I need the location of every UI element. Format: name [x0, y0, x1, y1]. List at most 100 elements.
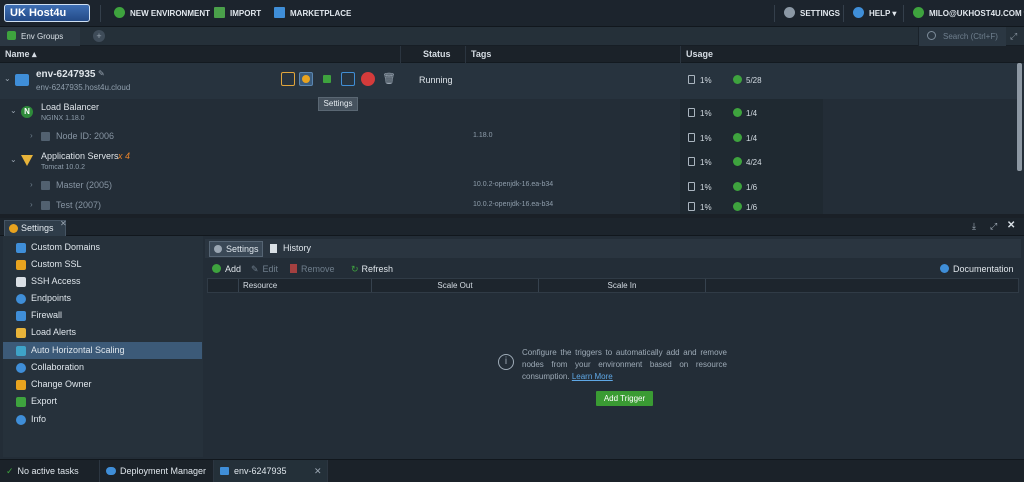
marketplace-button[interactable]: MARKETPLACE	[274, 0, 351, 27]
user-menu[interactable]: MILO@UKHOST4U.COM ▾	[913, 0, 1024, 27]
column-tags[interactable]: Tags	[465, 46, 680, 63]
node-row[interactable]: › Node ID: 2006 1.18.0 1% 1/4	[0, 127, 1020, 147]
marketplace-icon	[274, 7, 285, 18]
chevron-right-icon[interactable]: ›	[30, 131, 33, 140]
shield-icon	[16, 311, 26, 321]
help-button[interactable]: HELP ▾	[853, 0, 896, 27]
grid-column-scale-out[interactable]: Scale Out	[371, 279, 538, 292]
node-row[interactable]: › Master (2005) 10.0.2-openjdk-16.ea-b34…	[0, 176, 1020, 196]
node-tag: 10.0.2-openjdk-16.ea-b34	[473, 181, 554, 188]
nav-auto-horizontal-scaling[interactable]: Auto Horizontal Scaling	[3, 342, 202, 359]
scaling-icon	[16, 346, 26, 356]
clone-icon[interactable]	[341, 72, 355, 86]
edit-icon[interactable]: ✎	[98, 69, 105, 78]
import-button[interactable]: IMPORT	[214, 0, 261, 27]
chevron-down-icon[interactable]: ⌄	[10, 106, 17, 115]
env-groups-icon	[7, 31, 16, 40]
close-icon[interactable]: ✕	[1007, 220, 1015, 231]
cloudlets: 4/24	[733, 157, 762, 167]
settings-gear-icon[interactable]	[299, 72, 313, 86]
divider	[843, 5, 844, 22]
chevron-right-icon[interactable]: ›	[30, 180, 33, 189]
usage: 1%	[688, 202, 712, 212]
env-groups-button[interactable]: Env Groups	[0, 27, 80, 46]
settings-button[interactable]: SETTINGS	[784, 0, 840, 27]
column-usage[interactable]: Usage	[680, 46, 823, 63]
cloudlets: 1/6	[733, 182, 757, 192]
documentation-link[interactable]: Documentation	[940, 261, 1014, 278]
node-icon	[41, 132, 50, 141]
nav-load-alerts[interactable]: Load Alerts	[3, 324, 202, 341]
nav-endpoints[interactable]: Endpoints	[3, 290, 202, 307]
server-icon	[688, 108, 695, 117]
column-status[interactable]: Status	[400, 46, 465, 63]
node-tag: 1.18.0	[473, 132, 493, 139]
top-bar: UK Host4u NEW ENVIRONMENT IMPORT MARKETP…	[0, 0, 1024, 27]
env-domain[interactable]: env-6247935.host4u.cloud	[36, 83, 130, 92]
close-tab-icon[interactable]: ✕	[60, 219, 67, 228]
add-group-icon[interactable]: +	[93, 30, 105, 42]
maximize-icon[interactable]: ⤢	[990, 221, 997, 232]
node-group-name: Load Balancer	[41, 102, 100, 112]
deployment-manager-tab[interactable]: Deployment Manager	[100, 460, 214, 482]
server-icon	[688, 75, 695, 84]
server-icon	[688, 133, 695, 142]
env-tab[interactable]: env-6247935 ✕	[214, 460, 328, 482]
minimize-icon[interactable]: ⤓	[972, 221, 976, 232]
empty-state-message: Configure the triggers to automatically …	[522, 348, 727, 381]
close-icon[interactable]: ✕	[314, 460, 322, 482]
subtab-history[interactable]: History	[267, 241, 317, 257]
expand-icon[interactable]: ⤢	[1010, 31, 1020, 41]
environment-icon	[15, 74, 29, 86]
subtabs: Settings History	[205, 239, 1021, 258]
env-name[interactable]: env-6247935	[36, 69, 96, 80]
node-group-row[interactable]: ⌄ Application Servers x 4 Tomcat 10.0.2 …	[0, 149, 1020, 175]
node-icon	[41, 201, 50, 210]
node-group-row[interactable]: ⌄ N Load Balancer NGINX 1.18.0 1% 1/4	[0, 100, 1020, 124]
new-environment-button[interactable]: NEW ENVIRONMENT	[114, 0, 210, 27]
nav-change-owner[interactable]: Change Owner	[3, 376, 202, 393]
node-group-version: NGINX 1.18.0	[41, 115, 85, 122]
node-group-name: Application Servers	[41, 151, 119, 161]
grid-column-scale-in[interactable]: Scale In	[538, 279, 705, 292]
add-trigger-button[interactable]: Add Trigger	[596, 391, 653, 406]
nginx-icon: N	[21, 106, 33, 118]
remove-button[interactable]: Remove	[290, 261, 335, 278]
cloudlets: 1/4	[733, 133, 757, 143]
edit-button[interactable]: ✎ Edit	[251, 261, 278, 278]
scrollbar[interactable]	[1017, 63, 1022, 171]
nav-custom-domains[interactable]: Custom Domains	[3, 239, 202, 256]
usage: 1%	[688, 108, 712, 118]
logo[interactable]: UK Host4u	[4, 4, 90, 22]
grid-column-resource[interactable]: Resource	[238, 279, 371, 292]
help-icon	[940, 264, 949, 273]
nav-ssh-access[interactable]: SSH Access	[3, 273, 202, 290]
refresh-button[interactable]: ↻ Refresh	[351, 261, 393, 278]
learn-more-link[interactable]: Learn More	[572, 372, 613, 381]
divider	[100, 5, 101, 22]
add-button[interactable]: Add	[212, 261, 241, 278]
chevron-down-icon[interactable]: ⌄	[4, 74, 11, 83]
nav-collaboration[interactable]: Collaboration	[3, 359, 202, 376]
chevron-down-icon[interactable]: ⌄	[10, 155, 17, 164]
environment-icon	[220, 467, 229, 475]
subtab-settings[interactable]: Settings	[209, 241, 263, 257]
cloudlet-icon	[733, 108, 742, 117]
usage: 1%	[688, 182, 712, 192]
open-in-browser-icon[interactable]	[281, 72, 295, 86]
chevron-right-icon[interactable]: ›	[30, 200, 33, 209]
trash-icon	[290, 264, 297, 273]
nav-firewall[interactable]: Firewall	[3, 307, 202, 324]
tasks-tab[interactable]: ✓ No active tasks	[0, 460, 100, 482]
stop-icon[interactable]	[361, 72, 375, 86]
environment-row[interactable]: ⌄ env-6247935 ✎ env-6247935.host4u.cloud…	[0, 63, 1020, 99]
nav-info[interactable]: Info	[3, 411, 202, 428]
topology-icon[interactable]	[320, 72, 334, 86]
delete-icon[interactable]: 🗑	[382, 72, 396, 86]
tab-settings[interactable]: Settings	[4, 220, 66, 236]
nav-export[interactable]: Export	[3, 393, 202, 410]
nav-custom-ssl[interactable]: Custom SSL	[3, 256, 202, 273]
column-name[interactable]: Name ▴	[0, 46, 400, 63]
node-row[interactable]: › Test (2007) 10.0.2-openjdk-16.ea-b34 1…	[0, 197, 1020, 214]
cloudlets: 1/6	[733, 202, 757, 212]
